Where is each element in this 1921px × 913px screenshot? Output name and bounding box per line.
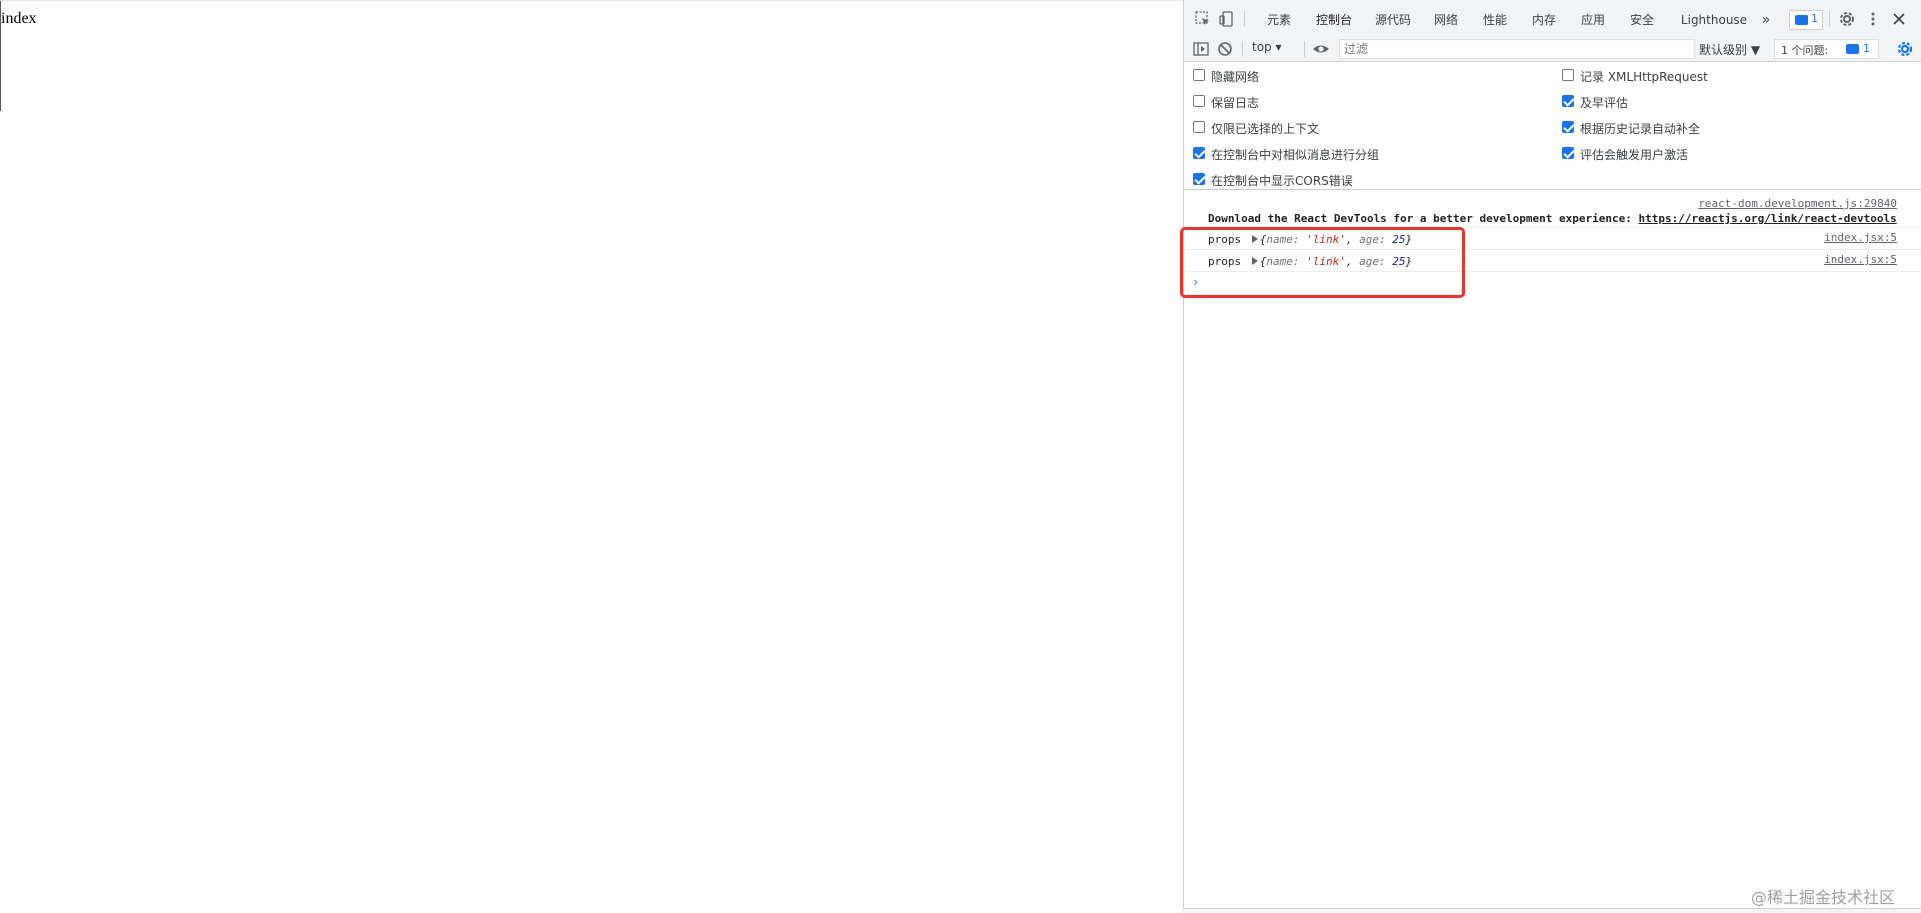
checkbox[interactable] — [1562, 95, 1574, 107]
devtools-panel: 元素 控制台 源代码 网络 性能 内存 应用 安全 Lighthouse » 1 — [1183, 0, 1921, 913]
console-message: react-dom.development.js:29840 Download … — [1184, 194, 1921, 228]
devtools-link[interactable]: https://reactjs.org/link/react-devtools — [1638, 212, 1896, 225]
inspect-element-icon[interactable] — [1194, 10, 1212, 28]
log-source-link[interactable]: index.jsx:5 — [1824, 253, 1897, 266]
tab-network[interactable]: 网络 — [1427, 0, 1465, 40]
issues-count-label: 1 个问题: — [1781, 44, 1829, 57]
tab-memory[interactable]: 内存 — [1525, 0, 1563, 40]
more-tabs-icon[interactable]: » — [1756, 0, 1776, 40]
console-settings-gear-icon[interactable] — [1896, 40, 1914, 58]
checkbox[interactable] — [1193, 147, 1205, 159]
log-source-link[interactable]: index.jsx:5 — [1824, 231, 1897, 244]
checkbox[interactable] — [1562, 147, 1574, 159]
message-icon — [1795, 15, 1808, 25]
toolbar-separator — [1304, 41, 1305, 57]
more-options-icon[interactable] — [1864, 10, 1882, 28]
checkbox[interactable] — [1193, 69, 1205, 81]
checkbox[interactable] — [1562, 69, 1574, 81]
context-label: top — [1252, 40, 1272, 54]
page-text: index — [1, 10, 37, 27]
watermark: @稀土掘金技术社区 — [1751, 888, 1896, 907]
console-output: react-dom.development.js:29840 Download … — [1184, 191, 1921, 911]
tab-lighthouse[interactable]: Lighthouse — [1674, 0, 1754, 40]
toolbar-separator — [1242, 41, 1243, 57]
console-settings: 隐藏网络 保留日志 仅限已选择的上下文 在控制台中对相似消息进行分组 在控制台中… — [1184, 62, 1921, 190]
tab-separator — [1244, 11, 1245, 27]
tab-sources[interactable]: 源代码 — [1370, 0, 1416, 40]
eye-icon[interactable] — [1312, 40, 1330, 58]
tab-separator — [1829, 11, 1830, 27]
filter-input[interactable] — [1339, 39, 1695, 59]
devtools-tabbar: 元素 控制台 源代码 网络 性能 内存 应用 安全 Lighthouse » 1 — [1184, 0, 1921, 40]
issues-badge-count: 1 — [1811, 12, 1818, 25]
sidebar-toggle-icon[interactable] — [1192, 40, 1210, 58]
tab-security[interactable]: 安全 — [1623, 0, 1661, 40]
message-text: Download the React DevTools for a better… — [1208, 212, 1639, 225]
context-selector[interactable]: top ▾ — [1252, 40, 1282, 54]
tab-console[interactable]: 控制台 — [1309, 0, 1359, 40]
issues-count-button[interactable]: 1 个问题: 1 — [1774, 39, 1879, 59]
gear-icon[interactable] — [1838, 10, 1856, 28]
log-levels-dropdown[interactable]: 默认级别 ▼ — [1699, 41, 1760, 58]
clear-console-icon[interactable] — [1216, 40, 1234, 58]
issues-count: 1 — [1863, 42, 1870, 55]
checkbox[interactable] — [1562, 121, 1574, 133]
issues-button[interactable]: 1 — [1789, 10, 1823, 30]
message-source-link[interactable]: react-dom.development.js:29840 — [1698, 197, 1897, 210]
tab-performance[interactable]: 性能 — [1476, 0, 1514, 40]
page-viewport: index — [0, 0, 1183, 913]
checkbox[interactable] — [1193, 173, 1205, 185]
close-icon[interactable] — [1890, 10, 1908, 28]
message-icon — [1846, 44, 1859, 54]
device-toolbar-icon[interactable] — [1218, 10, 1236, 28]
checkbox[interactable] — [1193, 95, 1205, 107]
checkbox[interactable] — [1193, 121, 1205, 133]
tab-application[interactable]: 应用 — [1574, 0, 1612, 40]
highlight-box — [1180, 227, 1465, 298]
console-toolbar: top ▾ 默认级别 ▼ 1 个问题: 1 — [1184, 36, 1921, 62]
drawer-edge — [1183, 908, 1921, 913]
tab-elements[interactable]: 元素 — [1259, 0, 1299, 40]
